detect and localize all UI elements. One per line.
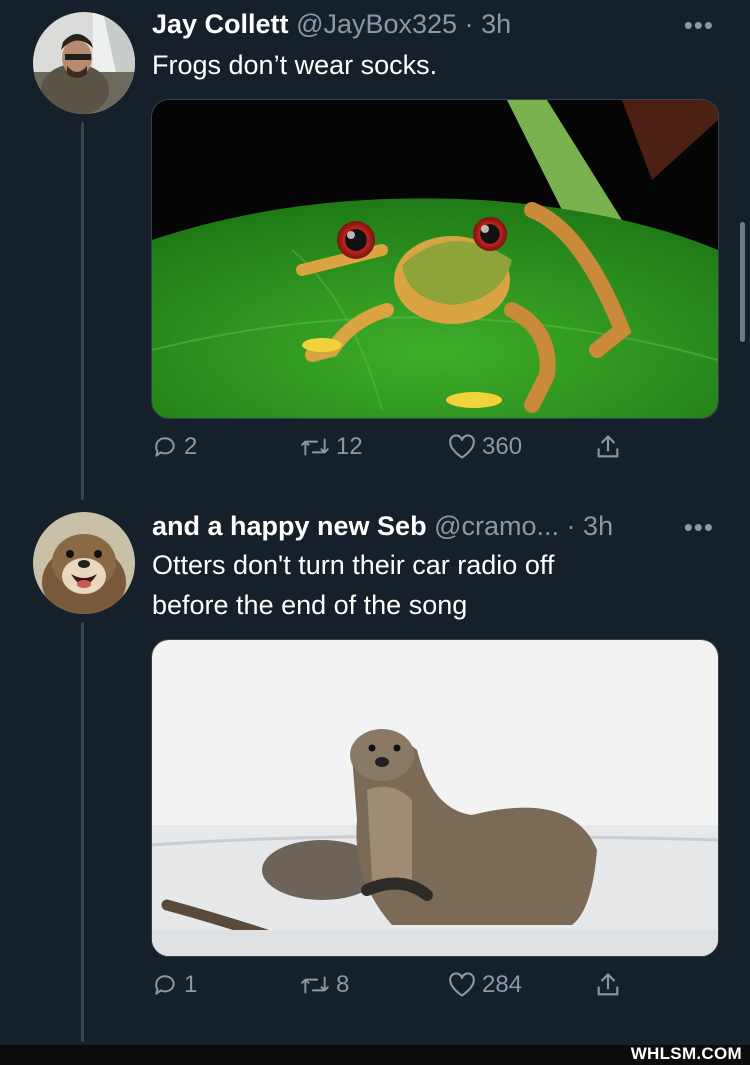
retweet-count: 8: [336, 971, 350, 998]
otter-photo: [152, 640, 718, 956]
display-name[interactable]: Jay Collett: [152, 9, 289, 39]
tweet-header: and a happy new Seb @cramo... · 3h: [152, 510, 710, 542]
tweet-text-line: before the end of the song: [152, 590, 468, 620]
avatar-photo: [33, 12, 135, 114]
frog-photo: [152, 100, 718, 418]
avatar[interactable]: [33, 512, 135, 614]
separator-dot: ·: [566, 511, 576, 541]
like-button[interactable]: 360: [448, 433, 522, 461]
more-options-icon[interactable]: •••: [684, 512, 714, 543]
share-icon: [597, 973, 619, 996]
retweet-button[interactable]: 12: [300, 433, 363, 461]
like-button[interactable]: 284: [448, 971, 522, 999]
scrollbar[interactable]: [740, 222, 745, 342]
heart-icon: [449, 434, 475, 459]
retweet-button[interactable]: 8: [300, 971, 349, 999]
retweet-icon: [301, 976, 329, 994]
tweet[interactable]: and a happy new Seb @cramo... · 3h ••• O…: [0, 500, 750, 1040]
tweet-text: Otters don't turn their car radio off be…: [152, 545, 690, 625]
user-handle[interactable]: @JayBox325: [296, 9, 457, 39]
avatar[interactable]: [33, 12, 135, 114]
tweet-image[interactable]: [151, 99, 719, 419]
separator-dot: ·: [464, 9, 474, 39]
tweet-image[interactable]: [151, 639, 719, 957]
display-name[interactable]: and a happy new Seb: [152, 511, 427, 541]
share-button[interactable]: [594, 433, 622, 461]
like-count: 284: [482, 971, 523, 998]
share-icon: [597, 435, 619, 458]
like-count: 360: [482, 433, 523, 460]
reply-button[interactable]: 2: [152, 433, 197, 461]
reply-button[interactable]: 1: [152, 971, 197, 999]
timestamp[interactable]: 3h: [583, 511, 613, 541]
retweet-icon: [301, 438, 329, 456]
reply-count: 2: [184, 433, 198, 460]
retweet-count: 12: [336, 433, 363, 460]
tweet[interactable]: Jay Collett @JayBox325 · 3h ••• Frogs do…: [0, 0, 750, 480]
user-handle[interactable]: @cramo...: [434, 511, 559, 541]
reply-icon: [155, 975, 175, 995]
reply-count: 1: [184, 971, 198, 998]
tweet-text: Frogs don’t wear socks.: [152, 50, 438, 80]
watermark: WHLSM.COM: [630, 1044, 742, 1063]
tweet-text-line: Otters don't turn their car radio off: [152, 550, 555, 580]
timestamp[interactable]: 3h: [481, 9, 511, 39]
more-options-icon[interactable]: •••: [684, 10, 714, 41]
tweet-header: Jay Collett @JayBox325 · 3h: [152, 8, 710, 40]
tweet-actions: 2 12 360: [152, 433, 632, 473]
avatar-photo: [33, 512, 135, 614]
tweet-actions: 1 8 284: [152, 971, 632, 1011]
reply-icon: [155, 437, 175, 457]
share-button[interactable]: [594, 971, 622, 999]
heart-icon: [449, 972, 475, 997]
